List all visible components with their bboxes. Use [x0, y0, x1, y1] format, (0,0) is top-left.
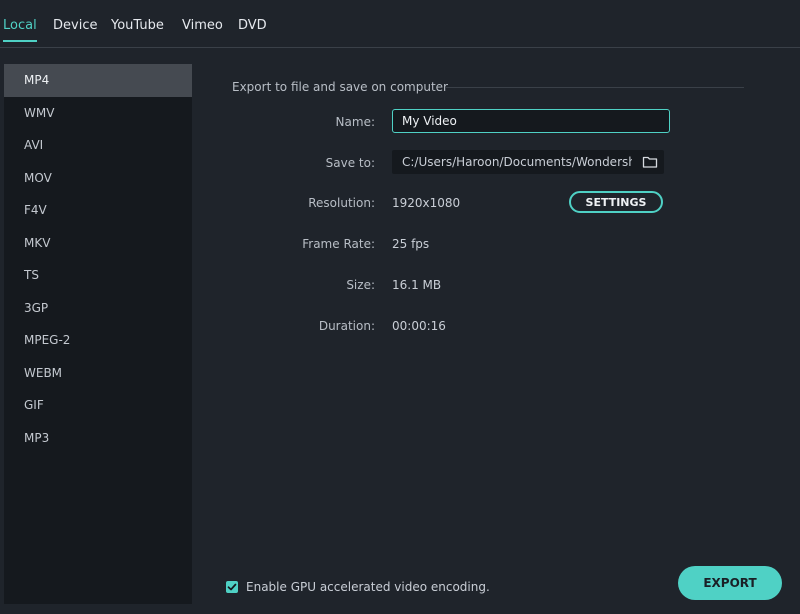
format-item-ts[interactable]: TS [4, 259, 192, 292]
settings-button[interactable]: SETTINGS [569, 191, 663, 213]
format-list: MP4 WMV AVI MOV F4V MKV TS 3GP MPEG-2 WE… [4, 64, 192, 604]
format-item-mov[interactable]: MOV [4, 162, 192, 195]
format-item-wmv[interactable]: WMV [4, 97, 192, 130]
tab-device[interactable]: Device [53, 18, 97, 33]
frame-rate-value: 25 fps [392, 237, 430, 251]
size-label: Size: [346, 278, 375, 292]
duration-label: Duration: [318, 319, 375, 333]
save-to-label: Save to: [325, 156, 375, 170]
duration-value: 00:00:16 [392, 319, 446, 333]
tab-youtube[interactable]: YouTube [111, 18, 164, 33]
format-item-3gp[interactable]: 3GP [4, 292, 192, 325]
frame-rate-label: Frame Rate: [302, 237, 375, 251]
name-input[interactable] [392, 109, 670, 133]
format-item-mpeg2[interactable]: MPEG-2 [4, 324, 192, 357]
resolution-label: Resolution: [308, 196, 375, 210]
format-item-gif[interactable]: GIF [4, 389, 192, 422]
section-title: Export to file and save on computer [232, 80, 448, 94]
format-item-f4v[interactable]: F4V [4, 194, 192, 227]
format-item-mp4[interactable]: MP4 [4, 64, 192, 97]
gpu-label: Enable GPU accelerated video encoding. [246, 580, 490, 594]
export-dialog: Local Device YouTube Vimeo DVD MP4 WMV A… [0, 0, 800, 614]
tab-local[interactable]: Local [3, 18, 37, 42]
gpu-option: Enable GPU accelerated video encoding. [226, 579, 490, 595]
format-item-webm[interactable]: WEBM [4, 357, 192, 390]
save-path-text: C:/Users/Haroon/Documents/Wondershare [402, 155, 632, 169]
name-label: Name: [335, 115, 375, 129]
format-item-avi[interactable]: AVI [4, 129, 192, 162]
size-value: 16.1 MB [392, 278, 442, 292]
tab-dvd[interactable]: DVD [238, 18, 267, 33]
export-button[interactable]: EXPORT [678, 566, 782, 600]
section-divider [446, 87, 744, 88]
export-settings-panel: Export to file and save on computer Name… [192, 48, 800, 614]
format-item-mkv[interactable]: MKV [4, 227, 192, 260]
save-path-field[interactable]: C:/Users/Haroon/Documents/Wondershare [392, 150, 664, 174]
tab-vimeo[interactable]: Vimeo [182, 18, 223, 33]
checkmark-icon [227, 583, 237, 591]
gpu-checkbox[interactable] [226, 581, 238, 593]
export-tab-bar: Local Device YouTube Vimeo DVD [0, 0, 800, 48]
folder-icon[interactable] [642, 154, 658, 170]
format-item-mp3[interactable]: MP3 [4, 422, 192, 455]
resolution-value: 1920x1080 [392, 196, 461, 210]
